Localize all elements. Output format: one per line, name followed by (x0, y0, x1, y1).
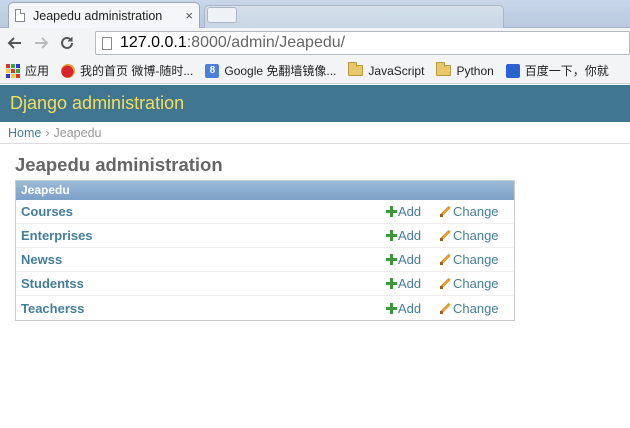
breadcrumb: Home › Jeapedu (0, 122, 630, 144)
bookmark-label: JavaScript (368, 63, 425, 78)
bookmark-baidu[interactable]: 🐾 百度一下，你就 (505, 62, 609, 79)
change-label: Change (453, 300, 499, 316)
app-module: Jeapedu Courses Add Change Enterprises A… (15, 180, 515, 321)
bookmark-label: 应用 (25, 64, 50, 78)
pencil-icon (440, 254, 451, 265)
change-label: Change (453, 204, 499, 219)
bookmarks-bar: 应用 我的首页 微博-随时... 8 Google 免翻墙镜像... JavaS… (0, 58, 630, 84)
add-newss-link[interactable]: Add (386, 252, 421, 267)
change-courses-link[interactable]: Change (440, 204, 499, 219)
page-icon (15, 9, 25, 22)
browser-tab-active[interactable]: Jeapedu administration × (8, 2, 200, 28)
apps-icon (6, 63, 20, 78)
change-label: Change (453, 276, 499, 291)
breadcrumb-separator: › (45, 125, 50, 140)
url-path: :8000/admin/Jeapedu/ (186, 34, 346, 51)
tab-close-icon[interactable]: × (185, 8, 193, 23)
pencil-icon (440, 230, 451, 241)
add-label: Add (398, 300, 422, 316)
bookmark-weibo[interactable]: 我的首页 微博-随时... (61, 62, 193, 79)
google-icon: 8 (205, 63, 220, 78)
back-arrow-icon[interactable] (4, 32, 26, 54)
url-host: 127.0.0.1 (120, 34, 187, 51)
folder-icon (436, 62, 452, 76)
pencil-icon (440, 303, 451, 314)
module-caption[interactable]: Jeapedu (16, 181, 514, 200)
address-bar[interactable]: 127.0.0.1:8000/admin/Jeapedu/ (95, 31, 630, 55)
add-label: Add (398, 204, 422, 219)
add-icon (386, 230, 397, 241)
model-link-teacherss[interactable]: Teacherss (21, 301, 84, 316)
add-teacherss-link[interactable]: Add (386, 301, 421, 316)
forward-arrow-icon[interactable] (30, 32, 52, 54)
add-label: Add (398, 276, 422, 291)
bookmark-folder-python[interactable]: Python (436, 62, 494, 78)
model-link-courses[interactable]: Courses (21, 204, 73, 219)
add-label: Add (398, 228, 422, 243)
add-icon (386, 206, 397, 217)
add-studentss-link[interactable]: Add (386, 276, 421, 291)
reload-icon[interactable] (56, 32, 78, 54)
table-row: Teacherss Add Change (16, 296, 514, 320)
pencil-icon (440, 278, 451, 289)
site-brand[interactable]: Django administration (10, 93, 184, 114)
site-header: Django administration (0, 85, 630, 122)
table-row: Newss Add Change (16, 248, 514, 272)
tab-title: Jeapedu administration (33, 8, 163, 23)
table-row: Studentss Add Change (16, 272, 514, 296)
pencil-icon (440, 206, 451, 217)
change-studentss-link[interactable]: Change (440, 276, 499, 291)
change-label: Change (453, 252, 499, 267)
folder-icon (348, 62, 364, 76)
model-link-newss[interactable]: Newss (21, 252, 62, 267)
breadcrumb-home-link[interactable]: Home (8, 126, 41, 140)
add-icon (386, 254, 397, 265)
bookmark-apps[interactable]: 应用 (6, 62, 49, 79)
change-label: Change (453, 228, 499, 243)
bookmark-label: Python (456, 63, 494, 78)
bookmark-label: 百度一下，你就 (524, 64, 609, 78)
table-row: Courses Add Change (16, 200, 514, 224)
model-link-studentss[interactable]: Studentss (21, 276, 84, 291)
table-row: Enterprises Add Change (16, 224, 514, 248)
change-teacherss-link[interactable]: Change (440, 301, 499, 316)
bookmark-google[interactable]: 8 Google 免翻墙镜像... (205, 62, 336, 79)
baidu-icon: 🐾 (505, 63, 520, 78)
change-newss-link[interactable]: Change (440, 252, 499, 267)
add-courses-link[interactable]: Add (386, 204, 421, 219)
browser-tab-bar: Jeapedu administration × (0, 0, 630, 28)
add-label: Add (398, 252, 422, 267)
breadcrumb-current: Jeapedu (53, 125, 102, 140)
add-icon (386, 278, 397, 289)
add-icon (386, 302, 397, 314)
bookmark-label: 我的首页 微博-随时... (80, 64, 194, 78)
model-link-enterprises[interactable]: Enterprises (21, 228, 93, 243)
bookmark-folder-javascript[interactable]: JavaScript (348, 62, 425, 78)
browser-tab-inactive[interactable] (204, 5, 504, 28)
weibo-icon (61, 63, 76, 78)
add-enterprises-link[interactable]: Add (386, 228, 421, 243)
page-title: Jeapedu administration (15, 154, 223, 175)
bookmark-label: Google 免翻墙镜像... (224, 64, 337, 78)
change-enterprises-link[interactable]: Change (440, 228, 499, 243)
page-icon (102, 36, 112, 50)
browser-toolbar: 127.0.0.1:8000/admin/Jeapedu/ (0, 28, 630, 58)
